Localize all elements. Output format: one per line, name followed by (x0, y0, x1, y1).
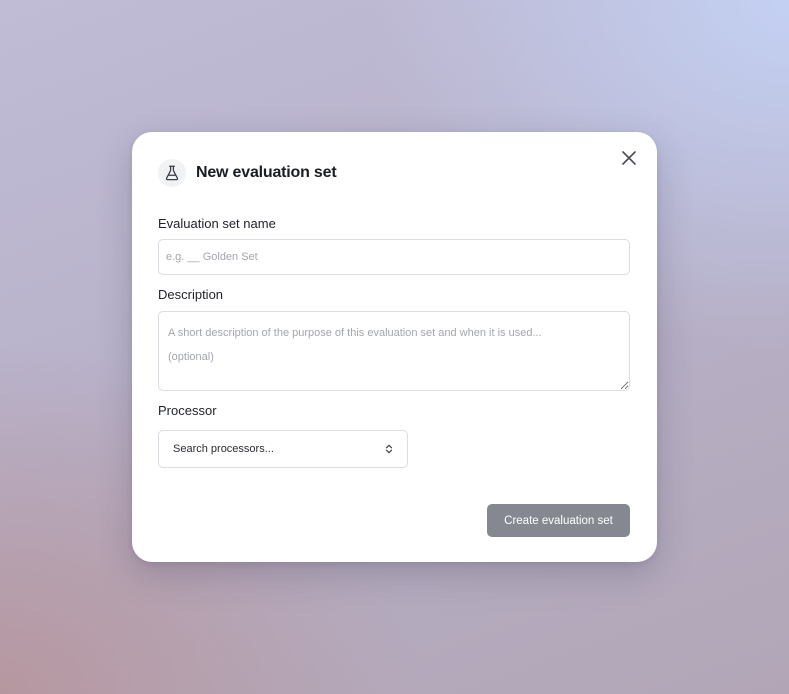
flask-icon (165, 165, 179, 180)
name-label: Evaluation set name (158, 216, 276, 231)
dialog-title: New evaluation set (196, 163, 337, 181)
processor-select-placeholder: Search processors... (173, 443, 274, 455)
processor-select[interactable]: Search processors... (158, 430, 408, 468)
close-icon (622, 151, 636, 165)
create-evaluation-set-button[interactable]: Create evaluation set (487, 504, 630, 537)
new-evaluation-set-dialog: New evaluation set Evaluation set name D… (132, 132, 657, 562)
processor-label: Processor (158, 403, 217, 418)
chevron-up-down-icon (385, 444, 393, 454)
header-icon-badge (158, 158, 186, 187)
description-label: Description (158, 287, 224, 302)
close-button[interactable] (620, 149, 638, 167)
dialog-header: New evaluation set (158, 158, 337, 187)
description-textarea[interactable] (158, 311, 630, 391)
evaluation-set-name-input[interactable] (158, 239, 630, 275)
